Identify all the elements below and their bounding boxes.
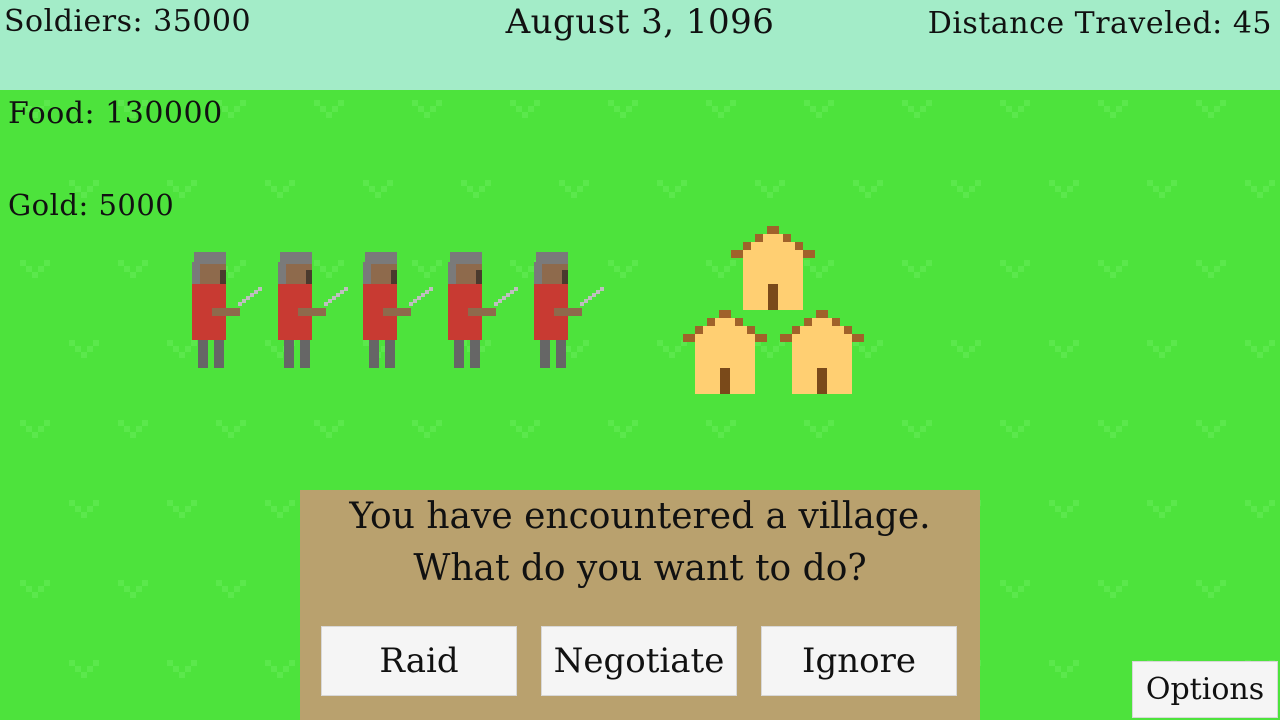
encounter-message: You have encountered a village. (349, 496, 931, 537)
village-house (780, 310, 864, 394)
raid-button[interactable]: Raid (321, 626, 517, 696)
village-house (683, 310, 767, 394)
village-house (731, 226, 815, 310)
negotiate-button[interactable]: Negotiate (541, 626, 737, 696)
encounter-dialog: You have encountered a village. What do … (300, 490, 980, 720)
encounter-question: What do you want to do? (413, 548, 867, 589)
ignore-button[interactable]: Ignore (761, 626, 957, 696)
options-button[interactable]: Options (1132, 661, 1278, 718)
